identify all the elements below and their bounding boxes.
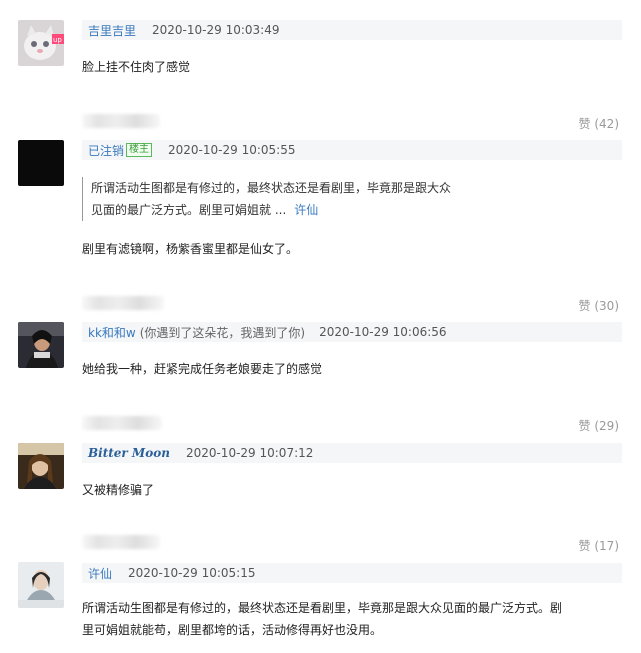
like-button[interactable]: 赞 (17) <box>579 537 619 554</box>
comment-text: 又被精修骗了 <box>82 483 155 497</box>
comment-header: 已注销 楼主 2020-10-29 10:05:55 <box>82 140 622 160</box>
blurred-area <box>82 114 160 128</box>
avatar[interactable] <box>18 443 64 489</box>
comment-text: 脸上挂不住肉了感觉 <box>82 60 191 74</box>
comment-header: 吉里吉里 2020-10-29 10:03:49 <box>82 20 622 40</box>
comment-timestamp: 2020-10-29 10:03:49 <box>152 23 280 37</box>
quote-author-link[interactable]: 许仙 <box>294 203 318 217</box>
like-button[interactable]: 赞 (29) <box>579 417 619 434</box>
username-link[interactable]: 许仙 <box>88 565 112 582</box>
quote-line: 所谓活动生图都是有修过的，最终状态还是看剧里，毕竟那是跟大众 <box>91 181 452 195</box>
quote-line: 见面的最广泛方式。剧里可娟姐就 ... 许仙 <box>91 199 491 221</box>
avatar[interactable] <box>18 562 64 608</box>
comment-header: kk和和w (你遇到了这朵花，我遇到了你) 2020-10-29 10:06:5… <box>82 322 622 342</box>
like-button[interactable]: 赞 (30) <box>579 297 619 314</box>
comment-text: 所谓活动生图都是有修过的，最终状态还是看剧里，毕竟那是跟大众见面的最广泛方式。剧… <box>82 597 622 641</box>
quoted-reply: 所谓活动生图都是有修过的，最终状态还是看剧里，毕竟那是跟大众 见面的最广泛方式。… <box>82 177 491 221</box>
quote-line-text: 见面的最广泛方式。剧里可娟姐就 ... <box>91 203 287 217</box>
comment-timestamp: 2020-10-29 10:07:12 <box>185 446 314 460</box>
comment-text: 她给我一种，赶紧完成任务老娘要走了的感觉 <box>82 362 323 376</box>
username-link[interactable]: Bitter Moon <box>88 446 170 460</box>
reply-to-text: (你遇到了这朵花，我遇到了你) <box>139 325 306 340</box>
comment-text-line: 里可娟姐就能苟，剧里都垮的话，活动修得再好也没用。 <box>82 623 383 637</box>
username-link[interactable]: 已注销 <box>88 142 124 159</box>
comment-timestamp: 2020-10-29 10:05:15 <box>128 566 256 580</box>
op-badge: 楼主 <box>126 143 153 157</box>
avatar[interactable] <box>18 322 64 368</box>
blurred-area <box>82 535 160 549</box>
username-link[interactable]: 吉里吉里 <box>88 22 136 39</box>
username-link[interactable]: kk和和w <box>88 324 136 341</box>
comment-timestamp: 2020-10-29 10:05:55 <box>168 143 296 157</box>
like-button[interactable]: 赞 (42) <box>579 115 619 132</box>
avatar[interactable]: up <box>18 20 64 66</box>
blurred-area <box>82 296 164 310</box>
avatar[interactable] <box>18 140 64 186</box>
blurred-area <box>82 416 162 430</box>
comment-header: 许仙 2020-10-29 10:05:15 <box>82 563 622 583</box>
comment-header: Bitter Moon 2020-10-29 10:07:12 <box>82 443 622 463</box>
comment-text-line: 所谓活动生图都是有修过的，最终状态还是看剧里，毕竟那是跟大众见面的最广泛方式。剧 <box>82 601 563 615</box>
comment-timestamp: 2020-10-29 10:06:56 <box>319 325 447 339</box>
svg-text:up: up <box>53 36 62 44</box>
comment-text: 剧里有滤镜啊，杨紫香蜜里都是仙女了。 <box>82 242 299 256</box>
